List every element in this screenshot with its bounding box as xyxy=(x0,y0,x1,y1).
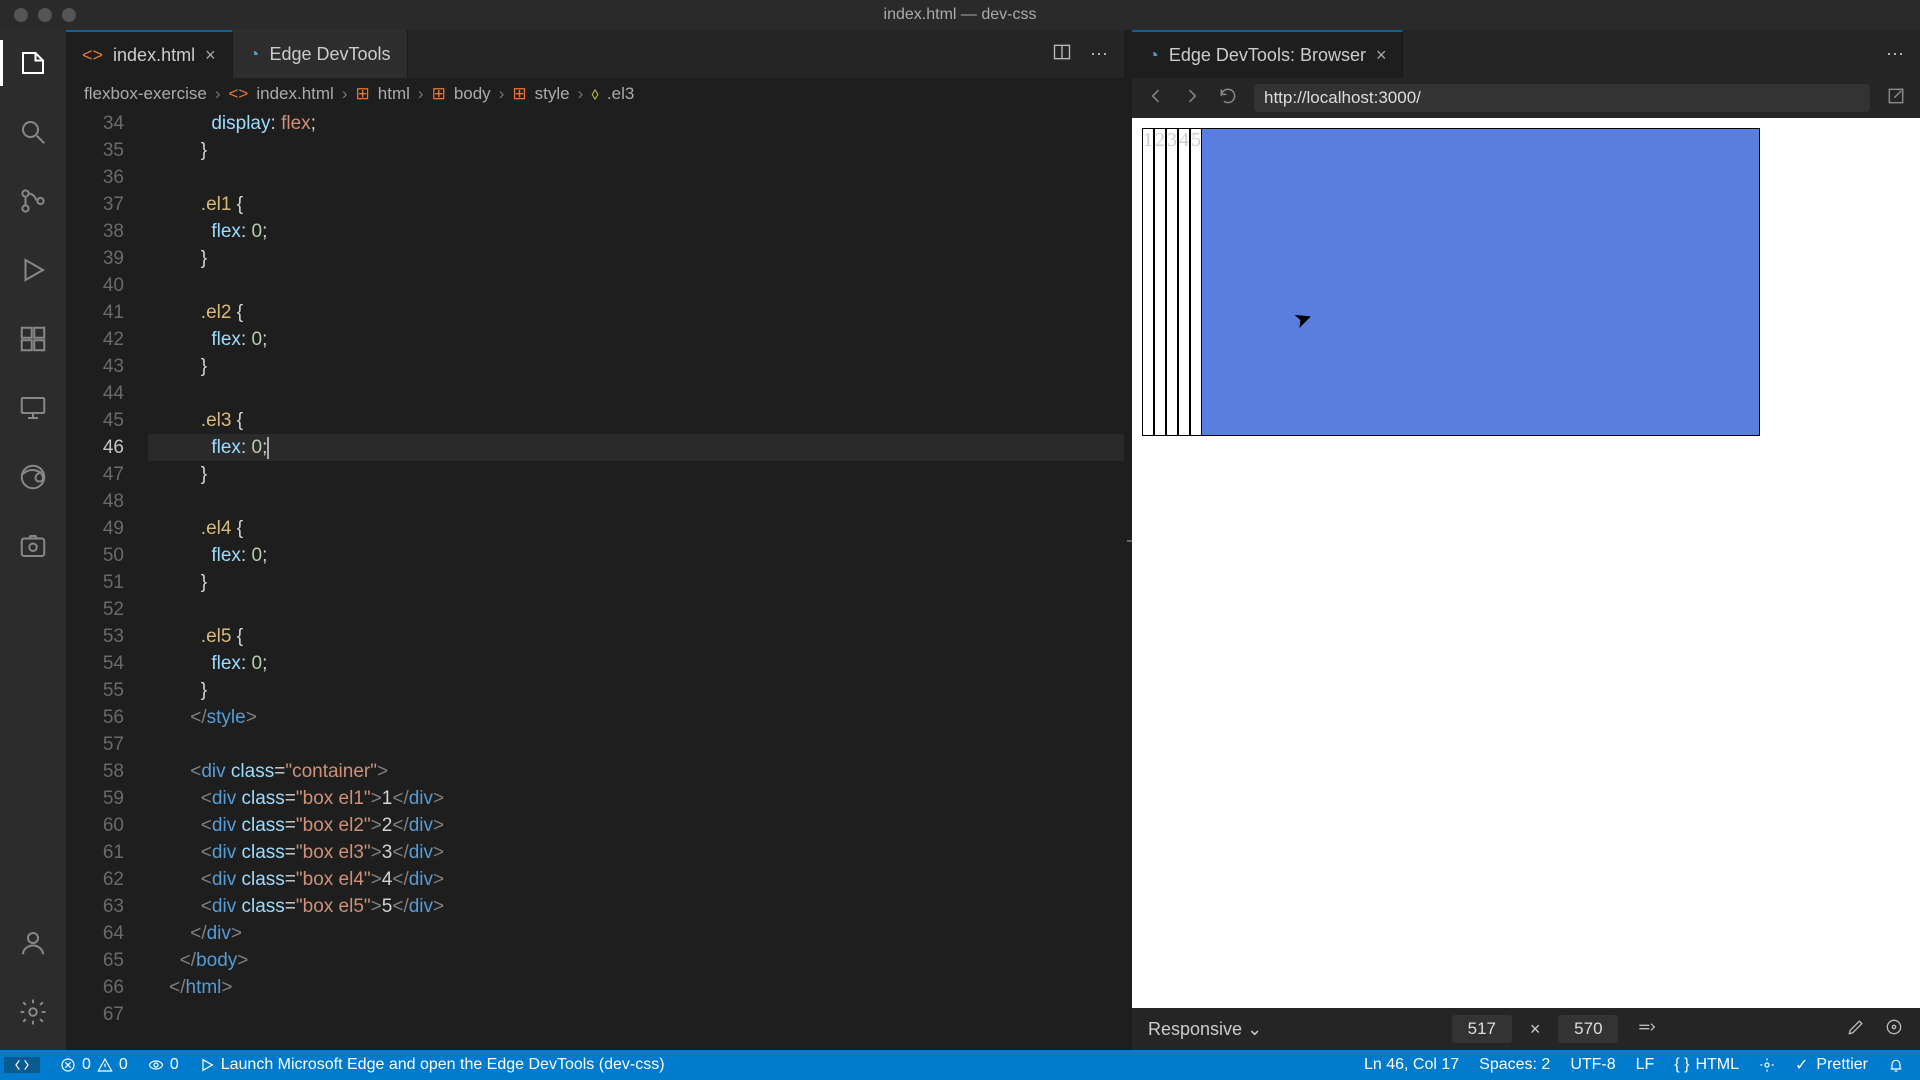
problems-status[interactable]: 0 0 xyxy=(60,1056,128,1074)
device-width-input[interactable] xyxy=(1452,1015,1512,1043)
symbol-icon: ⊞ xyxy=(432,84,446,104)
chevron-right-icon: › xyxy=(342,84,348,104)
prettier-status[interactable]: Prettier xyxy=(1795,1055,1868,1075)
browser-tabs: ◔ Edge DevTools: Browser × ⋯ xyxy=(1132,30,1920,78)
flex-container-preview xyxy=(1142,128,1760,436)
browser-nav: http://localhost:3000/ xyxy=(1132,78,1920,118)
edge-icon: ◔ xyxy=(1148,45,1159,66)
app-title: index.html — dev-css xyxy=(884,6,1037,24)
breadcrumb-item[interactable]: flexbox-exercise xyxy=(84,84,207,104)
chevron-right-icon: › xyxy=(215,84,221,104)
browser-tab-actions: ⋯ xyxy=(1886,30,1920,78)
device-mode[interactable]: Responsive ⌄ xyxy=(1148,1019,1262,1040)
window-controls xyxy=(14,8,76,22)
chevron-right-icon: › xyxy=(499,84,505,104)
launch-edge-status[interactable]: Launch Microsoft Edge and open the Edge … xyxy=(199,1056,665,1074)
ports-status[interactable]: 0 xyxy=(148,1056,179,1074)
close-tab-icon[interactable]: × xyxy=(205,45,216,66)
editor-tab-actions: ⋯ xyxy=(1052,30,1124,78)
main-area: <> index.html × ◔ Edge DevTools ⋯ flexbo… xyxy=(0,30,1920,1050)
url-bar[interactable]: http://localhost:3000/ xyxy=(1254,84,1870,112)
more-actions-icon[interactable]: ⋯ xyxy=(1886,44,1904,65)
chevron-right-icon: › xyxy=(578,84,584,104)
edge-tools-icon[interactable] xyxy=(18,462,48,497)
symbol-icon: ⊞ xyxy=(356,84,370,104)
tab-label: Edge DevTools: Browser xyxy=(1169,45,1366,66)
device-toolbar: Responsive ⌄ × xyxy=(1132,1008,1920,1050)
zoom-window[interactable] xyxy=(62,8,76,22)
more-actions-icon[interactable]: ⋯ xyxy=(1090,44,1108,65)
breadcrumb[interactable]: flexbox-exercise › <> index.html › ⊞ html ›… xyxy=(66,78,1124,110)
titlebar: index.html — dev-css xyxy=(0,0,1920,30)
reload-icon[interactable] xyxy=(1218,86,1238,111)
remote-explorer-icon[interactable] xyxy=(18,393,48,428)
browser-pane: ◔ Edge DevTools: Browser × ⋯ http://loca… xyxy=(1132,30,1920,1050)
tab-label: index.html xyxy=(113,45,195,66)
settings-gear-icon[interactable] xyxy=(18,997,48,1032)
remote-indicator[interactable] xyxy=(4,1057,40,1073)
code-editor[interactable]: 3435363738394041424344454647484950515253… xyxy=(66,110,1124,1050)
minimize-window[interactable] xyxy=(38,8,52,22)
activity-bar xyxy=(0,30,66,1050)
device-height-input[interactable] xyxy=(1558,1015,1618,1043)
breadcrumb-item[interactable]: html xyxy=(378,84,410,104)
html-file-icon: <> xyxy=(82,45,103,66)
run-debug-icon[interactable] xyxy=(18,255,48,290)
tab-label: Edge DevTools xyxy=(269,44,390,65)
breadcrumb-item[interactable]: style xyxy=(535,84,570,104)
language-mode[interactable]: { } HTML xyxy=(1674,1056,1739,1074)
breadcrumb-item[interactable]: index.html xyxy=(256,84,333,104)
extensions-icon[interactable] xyxy=(18,324,48,359)
tab-index-html[interactable]: <> index.html × xyxy=(66,30,233,78)
source-control-icon[interactable] xyxy=(18,186,48,221)
screenshot-icon[interactable] xyxy=(18,531,48,566)
symbol-icon: ⊞ xyxy=(512,84,526,104)
eol-status[interactable]: LF xyxy=(1636,1056,1655,1074)
live-preview-icon[interactable] xyxy=(1759,1057,1775,1073)
html-file-icon: <> xyxy=(229,84,249,104)
tab-edge-devtools[interactable]: ◔ Edge DevTools xyxy=(233,30,408,78)
notifications-icon[interactable] xyxy=(1888,1057,1904,1073)
code-content[interactable]: display: flex; } .el1 { flex: 0; } .el2 … xyxy=(148,110,1124,1050)
dimension-separator: × xyxy=(1530,1019,1541,1040)
encoding-status[interactable]: UTF-8 xyxy=(1570,1056,1615,1074)
browser-viewport[interactable]: 12345 ➤ xyxy=(1132,118,1920,1008)
cursor-position[interactable]: Ln 46, Col 17 xyxy=(1364,1056,1459,1074)
tab-edge-browser[interactable]: ◔ Edge DevTools: Browser × xyxy=(1132,30,1403,78)
editor-group: <> index.html × ◔ Edge DevTools ⋯ flexbo… xyxy=(66,30,1124,1050)
explorer-icon[interactable] xyxy=(18,48,48,83)
breadcrumb-item[interactable]: .el3 xyxy=(607,84,634,104)
search-icon[interactable] xyxy=(18,117,48,152)
edge-icon: ◔ xyxy=(249,44,260,65)
flex-items-preview: 12345 xyxy=(1142,128,1202,436)
indentation-status[interactable]: Spaces: 2 xyxy=(1479,1056,1550,1074)
inspect-icon[interactable] xyxy=(1884,1017,1904,1042)
accounts-icon[interactable] xyxy=(18,928,48,963)
chevron-down-icon: ⌄ xyxy=(1247,1019,1262,1039)
close-window[interactable] xyxy=(14,8,28,22)
line-gutter: 3435363738394041424344454647484950515253… xyxy=(66,110,148,1050)
close-tab-icon[interactable]: × xyxy=(1376,45,1387,66)
css-rule-icon: ⬨ xyxy=(591,84,599,104)
nav-forward-icon[interactable] xyxy=(1182,86,1202,111)
editor-tabs: <> index.html × ◔ Edge DevTools ⋯ xyxy=(66,30,1124,78)
open-external-icon[interactable] xyxy=(1886,86,1906,111)
split-handle[interactable] xyxy=(1124,30,1132,1050)
breadcrumb-item[interactable]: body xyxy=(454,84,491,104)
status-bar: 0 0 0 Launch Microsoft Edge and open the… xyxy=(0,1050,1920,1080)
edit-icon[interactable] xyxy=(1846,1017,1866,1042)
split-editor-icon[interactable] xyxy=(1052,42,1072,67)
chevron-right-icon: › xyxy=(418,84,424,104)
nav-back-icon[interactable] xyxy=(1146,86,1166,111)
rotate-icon[interactable] xyxy=(1636,1017,1656,1042)
